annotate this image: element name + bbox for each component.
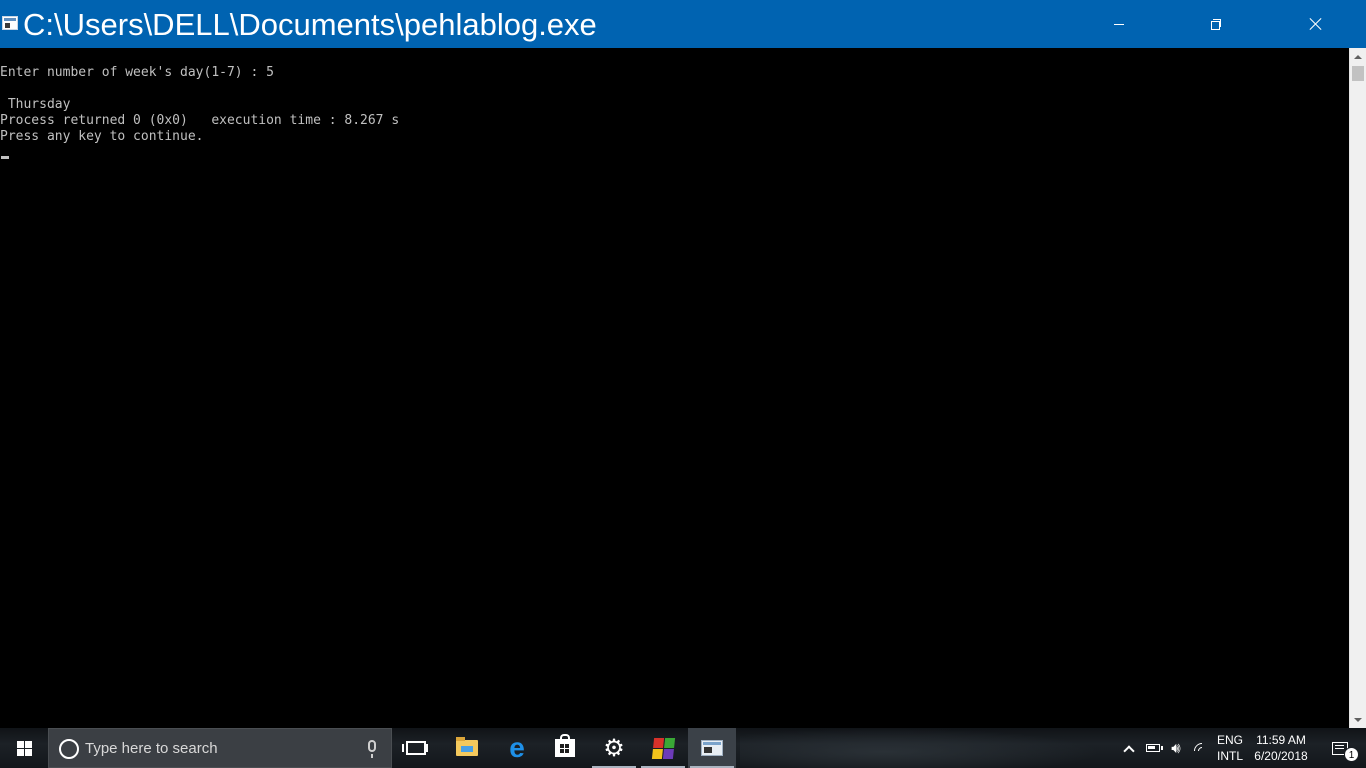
scroll-up-button[interactable] bbox=[1350, 48, 1366, 65]
window-title: C:\Users\DELL\Documents\pehlablog.exe bbox=[23, 7, 597, 42]
scroll-down-button[interactable] bbox=[1350, 711, 1366, 728]
input-language-button[interactable]: ENG INTL bbox=[1212, 732, 1248, 764]
edge-icon: e bbox=[509, 732, 525, 763]
start-button[interactable] bbox=[0, 728, 48, 768]
close-button[interactable] bbox=[1266, 0, 1366, 48]
minimize-icon bbox=[1114, 23, 1124, 25]
battery-button[interactable] bbox=[1142, 728, 1164, 768]
speaker-icon: 🔊︎ bbox=[1171, 738, 1181, 757]
language-code: ENG bbox=[1216, 733, 1243, 747]
codeblocks-button[interactable] bbox=[639, 728, 687, 768]
vertical-scrollbar[interactable] bbox=[1349, 48, 1366, 728]
settings-button[interactable]: ⚙ bbox=[590, 728, 638, 768]
show-hidden-icons-button[interactable] bbox=[1118, 728, 1140, 768]
console-app-icon bbox=[701, 740, 723, 756]
arrow-up-icon bbox=[1354, 54, 1362, 59]
microphone-icon[interactable] bbox=[368, 740, 376, 758]
notification-badge: 1 bbox=[1344, 747, 1359, 762]
task-view-icon bbox=[402, 741, 428, 755]
folder-icon bbox=[456, 737, 478, 756]
search-box[interactable]: Type here to search bbox=[48, 728, 392, 768]
scrollbar-thumb[interactable] bbox=[1352, 66, 1364, 81]
console-output[interactable]: Enter number of week's day(1-7) : 5 Thur… bbox=[0, 48, 1349, 728]
chevron-up-icon bbox=[1123, 745, 1135, 757]
taskbar: Type here to search e ⚙ 🔊︎ ENG INTL 11:5… bbox=[0, 728, 1366, 768]
minimize-button[interactable] bbox=[1070, 0, 1168, 48]
codeblocks-icon bbox=[651, 737, 675, 759]
console-line: Process returned 0 (0x0) execution time … bbox=[0, 113, 400, 128]
restore-icon bbox=[1211, 19, 1221, 30]
keyboard-layout: INTL bbox=[1216, 749, 1243, 763]
arrow-down-icon bbox=[1354, 717, 1362, 722]
edge-button[interactable]: e bbox=[493, 728, 541, 768]
clock-button[interactable]: 11:59 AM 6/20/2018 bbox=[1249, 732, 1313, 764]
gear-icon: ⚙ bbox=[603, 734, 625, 762]
console-line: Enter number of week's day(1-7) : 5 bbox=[0, 65, 274, 80]
clock-time: 11:59 AM bbox=[1256, 733, 1306, 747]
file-explorer-button[interactable] bbox=[443, 728, 491, 768]
search-placeholder: Type here to search bbox=[85, 740, 218, 757]
cortana-icon bbox=[59, 739, 79, 759]
store-icon bbox=[555, 734, 575, 757]
close-icon bbox=[1310, 18, 1322, 30]
console-window-icon[interactable] bbox=[2, 16, 18, 30]
clock-date: 6/20/2018 bbox=[1254, 749, 1308, 763]
console-app-button[interactable] bbox=[688, 728, 736, 768]
console-line: Press any key to continue. bbox=[0, 129, 204, 144]
battery-icon bbox=[1146, 744, 1163, 752]
text-cursor bbox=[1, 156, 9, 159]
action-center-button[interactable]: 1 bbox=[1314, 728, 1366, 768]
store-button[interactable] bbox=[541, 728, 589, 768]
wifi-icon bbox=[1190, 739, 1214, 763]
network-button[interactable] bbox=[1190, 728, 1214, 768]
restore-button[interactable] bbox=[1167, 0, 1265, 48]
volume-button[interactable]: 🔊︎ bbox=[1165, 728, 1187, 768]
window-titlebar[interactable]: C:\Users\DELL\Documents\pehlablog.exe bbox=[0, 0, 1366, 48]
task-view-button[interactable] bbox=[392, 728, 440, 768]
console-line: Thursday bbox=[0, 97, 71, 112]
windows-icon bbox=[16, 740, 32, 756]
